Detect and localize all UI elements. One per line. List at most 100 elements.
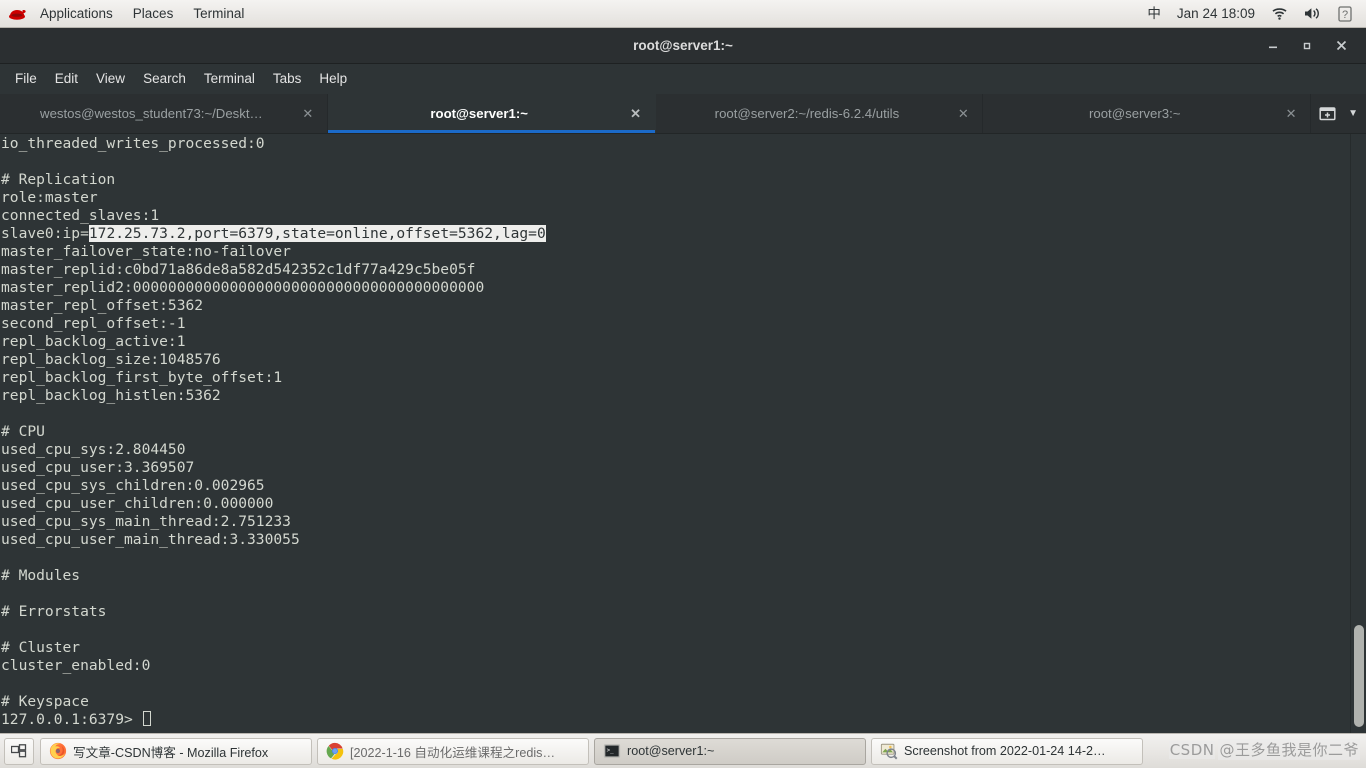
tab-root-server1[interactable]: root@server1:~ ✕ — [327, 94, 656, 133]
terminal-line-selected: slave0:ip=172.25.73.2,port=6379,state=on… — [1, 225, 1350, 243]
tab-label: westos@westos_student73:~/Deskt… — [40, 106, 263, 121]
terminal-line: role:master — [1, 189, 98, 206]
tab-label: root@server1:~ — [430, 106, 528, 121]
maximize-icon — [1303, 42, 1311, 49]
terminal-line: master_replid2:0000000000000000000000000… — [1, 279, 485, 296]
terminal-line: io_threaded_writes_processed:0 — [1, 135, 265, 152]
tab-close-icon[interactable]: ✕ — [627, 106, 645, 122]
terminal-tab-bar: westos@westos_student73:~/Deskt… ✕ root@… — [0, 94, 1366, 134]
close-button[interactable] — [1324, 31, 1358, 61]
terminal-line: # Keyspace — [1, 693, 89, 710]
menu-terminal[interactable]: Terminal — [183, 0, 254, 27]
tab-westos-student73[interactable]: westos@westos_student73:~/Deskt… ✕ — [0, 94, 328, 133]
menu-edit[interactable]: Edit — [46, 64, 87, 94]
shell-prompt: 127.0.0.1:6379> — [1, 711, 142, 728]
maximize-button[interactable] — [1290, 31, 1324, 61]
red-hat-logo-glyph — [9, 9, 26, 20]
terminal-scrollbar[interactable] — [1350, 134, 1366, 733]
terminal-line: # CPU — [1, 423, 45, 440]
tab-root-server2-utils[interactable]: root@server2:~/redis-6.2.4/utils ✕ — [656, 94, 984, 133]
terminal-line: second_repl_offset:-1 — [1, 315, 186, 332]
menu-file[interactable]: File — [6, 64, 46, 94]
tab-close-icon[interactable]: ✕ — [954, 106, 972, 122]
chrome-icon — [326, 742, 344, 760]
tab-label: root@server2:~/redis-6.2.4/utils — [714, 106, 900, 121]
chevron-down-icon[interactable]: ▼ — [1348, 108, 1358, 119]
window-title: root@server1:~ — [633, 38, 733, 53]
workspace-switcher-icon[interactable] — [4, 737, 34, 765]
taskbar-item-firefox[interactable]: 写文章-CSDN博客 - Mozilla Firefox — [40, 737, 312, 765]
firefox-icon — [49, 742, 67, 760]
menu-terminal[interactable]: Terminal — [195, 64, 264, 94]
tab-close-icon[interactable]: ✕ — [299, 106, 317, 122]
terminal-body[interactable]: io_threaded_writes_processed:0 # Replica… — [0, 134, 1366, 733]
wifi-icon[interactable] — [1263, 0, 1296, 27]
selected-text[interactable]: 172.25.73.2,port=6379,state=online,offse… — [88, 225, 546, 242]
svg-text:>_: >_ — [607, 748, 615, 754]
window-title-bar[interactable]: root@server1:~ — [0, 28, 1366, 64]
scrollbar-thumb[interactable] — [1354, 625, 1364, 727]
clock[interactable]: Jan 24 18:09 — [1169, 0, 1263, 27]
terminal-prompt-line: 127.0.0.1:6379> — [1, 711, 1350, 729]
window-controls — [1256, 31, 1358, 61]
taskbar-item-terminal[interactable]: >_ root@server1:~ — [594, 737, 866, 765]
terminal-output[interactable]: io_threaded_writes_processed:0 # Replica… — [0, 134, 1350, 733]
menu-places[interactable]: Places — [123, 0, 184, 27]
terminal-line: repl_backlog_first_byte_offset:1 — [1, 369, 283, 386]
minimize-icon — [1269, 46, 1277, 48]
terminal-line: # Cluster — [1, 639, 81, 656]
taskbar-item-chrome[interactable]: [2022-1-16 自动化运维课程之redis… — [317, 737, 589, 765]
red-hat-logo[interactable] — [4, 0, 30, 27]
terminal-line: used_cpu_user_main_thread:3.330055 — [1, 531, 300, 548]
wifi-icon-glyph — [1272, 8, 1287, 20]
watermark-brand: CSDN — [1168, 740, 1216, 759]
watermark-author: @王多鱼我是你二爷 — [1218, 739, 1360, 760]
terminal-line: master_replid:c0bd71a86de8a582d542352c1d… — [1, 261, 476, 278]
menu-view[interactable]: View — [87, 64, 134, 94]
taskbar-item-label: [2022-1-16 自动化运维课程之redis… — [350, 745, 556, 760]
taskbar-item-screenshot[interactable]: Screenshot from 2022-01-24 14-2… — [871, 737, 1143, 765]
terminal-icon: >_ — [603, 744, 621, 758]
terminal-line: # Errorstats — [1, 603, 107, 620]
terminal-line: used_cpu_user_children:0.000000 — [1, 495, 274, 512]
menu-tabs[interactable]: Tabs — [264, 64, 311, 94]
terminal-line: master_repl_offset:5362 — [1, 297, 204, 314]
menu-search[interactable]: Search — [134, 64, 195, 94]
new-tab-icon-glyph — [1319, 107, 1336, 121]
volume-icon[interactable] — [1296, 0, 1330, 27]
taskbar-item-label: root@server1:~ — [627, 744, 715, 758]
help-icon[interactable]: ? — [1330, 0, 1360, 27]
panel-status-area: 中 Jan 24 18:09 ? — [1139, 0, 1366, 27]
help-icon-glyph: ? — [1338, 5, 1352, 22]
menu-applications[interactable]: Applications — [30, 0, 123, 27]
csdn-watermark: CSDN @王多鱼我是你二爷 — [1168, 739, 1360, 760]
terminal-line: used_cpu_sys_main_thread:2.751233 — [1, 513, 291, 530]
terminal-line: used_cpu_user:3.369507 — [1, 459, 195, 476]
terminal-window: root@server1:~ File Edit View Search Ter… — [0, 28, 1366, 733]
minimize-button[interactable] — [1256, 31, 1290, 61]
bottom-taskbar: 写文章-CSDN博客 - Mozilla Firefox [2022-1-16 … — [0, 733, 1366, 768]
taskbar-item-label: 写文章-CSDN博客 - Mozilla Firefox — [73, 745, 269, 760]
taskbar-item-label: Screenshot from 2022-01-24 14-2… — [904, 744, 1106, 758]
image-viewer-icon — [880, 743, 898, 760]
tab-root-server3[interactable]: root@server3:~ ✕ — [983, 94, 1312, 133]
terminal-line: # Modules — [1, 567, 81, 584]
input-method-indicator[interactable]: 中 — [1139, 0, 1169, 27]
new-tab-icon[interactable] — [1319, 105, 1336, 122]
tab-label: root@server3:~ — [1089, 106, 1181, 121]
volume-icon-glyph — [1305, 8, 1319, 19]
terminal-line: cluster_enabled:0 — [1, 657, 151, 674]
text-cursor — [142, 711, 151, 726]
tab-close-icon[interactable]: ✕ — [1282, 106, 1300, 122]
close-icon — [1336, 40, 1346, 51]
terminal-line: master_failover_state:no-failover — [1, 243, 291, 260]
terminal-line: repl_backlog_active:1 — [1, 333, 186, 350]
workspace-switcher-glyph — [11, 744, 27, 758]
menu-help[interactable]: Help — [310, 64, 356, 94]
terminal-line: repl_backlog_size:1048576 — [1, 351, 221, 368]
